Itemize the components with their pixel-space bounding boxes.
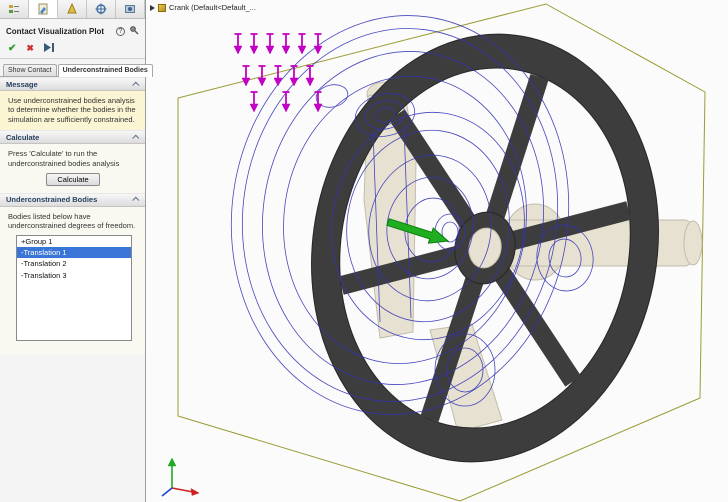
feature-tree-icon [9, 5, 19, 13]
breadcrumb[interactable]: Crank (Default<Default_... [150, 3, 256, 12]
manager-tab-strip [0, 0, 145, 19]
panel-title: Contact Visualization Plot [6, 26, 105, 36]
breadcrumb-label: Crank (Default<Default_... [169, 3, 256, 12]
cancel-button[interactable]: ✖ [26, 43, 34, 54]
dimxpert-icon [95, 3, 107, 15]
list-item[interactable]: -Translation 3 [17, 270, 131, 281]
configuration-icon [67, 3, 77, 14]
calculate-text: Press 'Calculate' to run the underconstr… [8, 149, 120, 168]
tab-dimxpert-manager[interactable] [87, 0, 116, 18]
list-item[interactable]: +Group 1 [17, 236, 131, 247]
panel-actions: ✔ ✖ [0, 40, 145, 59]
ok-button[interactable]: ✔ [8, 43, 16, 54]
display-manager-icon [125, 5, 135, 13]
bodies-listbox[interactable]: +Group 1 -Translation 1 -Translation 2 -… [16, 234, 132, 341]
part-icon [158, 3, 166, 12]
bodies-section-header[interactable]: Underconstrained Bodies [0, 192, 145, 207]
tab-show-contact[interactable]: Show Contact [3, 64, 57, 76]
bodies-header-label: Underconstrained Bodies [6, 195, 98, 205]
pin-icon[interactable] [129, 25, 139, 37]
help-icon[interactable]: ? [116, 26, 125, 36]
message-text: Use underconstrained bodies analysis to … [0, 91, 145, 131]
tab-underconstrained-bodies[interactable]: Underconstrained Bodies [57, 64, 153, 77]
tab-feature-manager[interactable] [0, 0, 29, 18]
tab-display-manager[interactable] [116, 0, 145, 18]
tab-configuration-manager[interactable] [58, 0, 87, 18]
list-item-selected[interactable]: -Translation 1 [17, 247, 131, 259]
panel-tab-row: Show Contact Underconstrained Bodies [0, 59, 153, 77]
property-manager-panel: Contact Visualization Plot ? ✔ ✖ Show Co… [0, 0, 153, 502]
tab-property-manager[interactable] [29, 0, 58, 18]
message-section-header[interactable]: Message [0, 77, 145, 91]
fast-compute-icon[interactable] [43, 43, 56, 54]
collapse-chevron-icon [132, 81, 140, 89]
property-manager-icon [38, 3, 48, 14]
calculate-button[interactable]: Calculate [46, 172, 100, 186]
calculate-header-label: Calculate [6, 132, 40, 142]
message-header-label: Message [6, 79, 38, 89]
list-item[interactable]: -Translation 2 [17, 258, 131, 269]
orientation-triad [161, 457, 200, 497]
breadcrumb-arrow-icon [150, 4, 155, 11]
bodies-text: Bodies listed below have underconstraine… [8, 211, 136, 231]
application-window: Crank (Default<Default_... Contact Visua… [0, 0, 728, 502]
calculate-section-header[interactable]: Calculate [0, 130, 145, 145]
